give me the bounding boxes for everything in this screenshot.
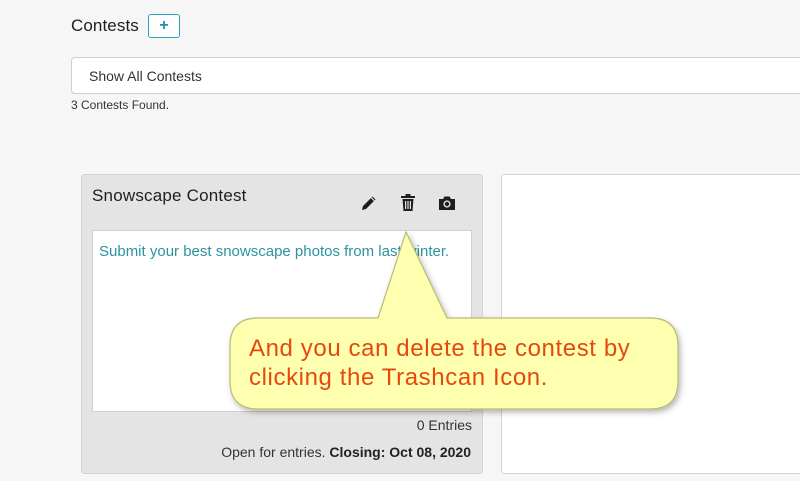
header: Contests + <box>71 14 180 38</box>
filter-selected-value: Show All Contests <box>89 67 202 84</box>
contest-filter-select[interactable]: Show All Contests <box>71 57 800 94</box>
callout-line-2: clicking the Trashcan Icon. <box>249 364 549 391</box>
contest-status: Open for entries. Closing: Oct 08, 2020 <box>221 444 471 460</box>
card-actions <box>358 192 458 214</box>
status-prefix: Open for entries. <box>221 444 326 460</box>
callout-text: And you can delete the contest by clicki… <box>249 334 669 392</box>
camera-icon[interactable] <box>436 192 458 214</box>
results-count: 3 Contests Found. <box>71 98 170 112</box>
contest-title: Snowscape Contest <box>92 186 247 205</box>
callout-line-1: And you can delete the contest by <box>249 335 631 362</box>
entries-count: 0 Entries <box>416 417 472 433</box>
add-contest-button[interactable]: + <box>147 14 180 38</box>
trash-icon[interactable] <box>397 192 419 214</box>
page: Contests + Show All Contests 3 Contests … <box>0 0 800 481</box>
contest-card: Snowscape Contest Submit your best snows… <box>81 174 483 474</box>
page-title: Contests <box>71 16 139 35</box>
contest-description: Submit your best snowscape photos from l… <box>99 243 450 260</box>
pencil-icon[interactable] <box>358 192 380 214</box>
contest-card-empty <box>501 174 800 474</box>
closing-date: Closing: Oct 08, 2020 <box>329 444 471 460</box>
